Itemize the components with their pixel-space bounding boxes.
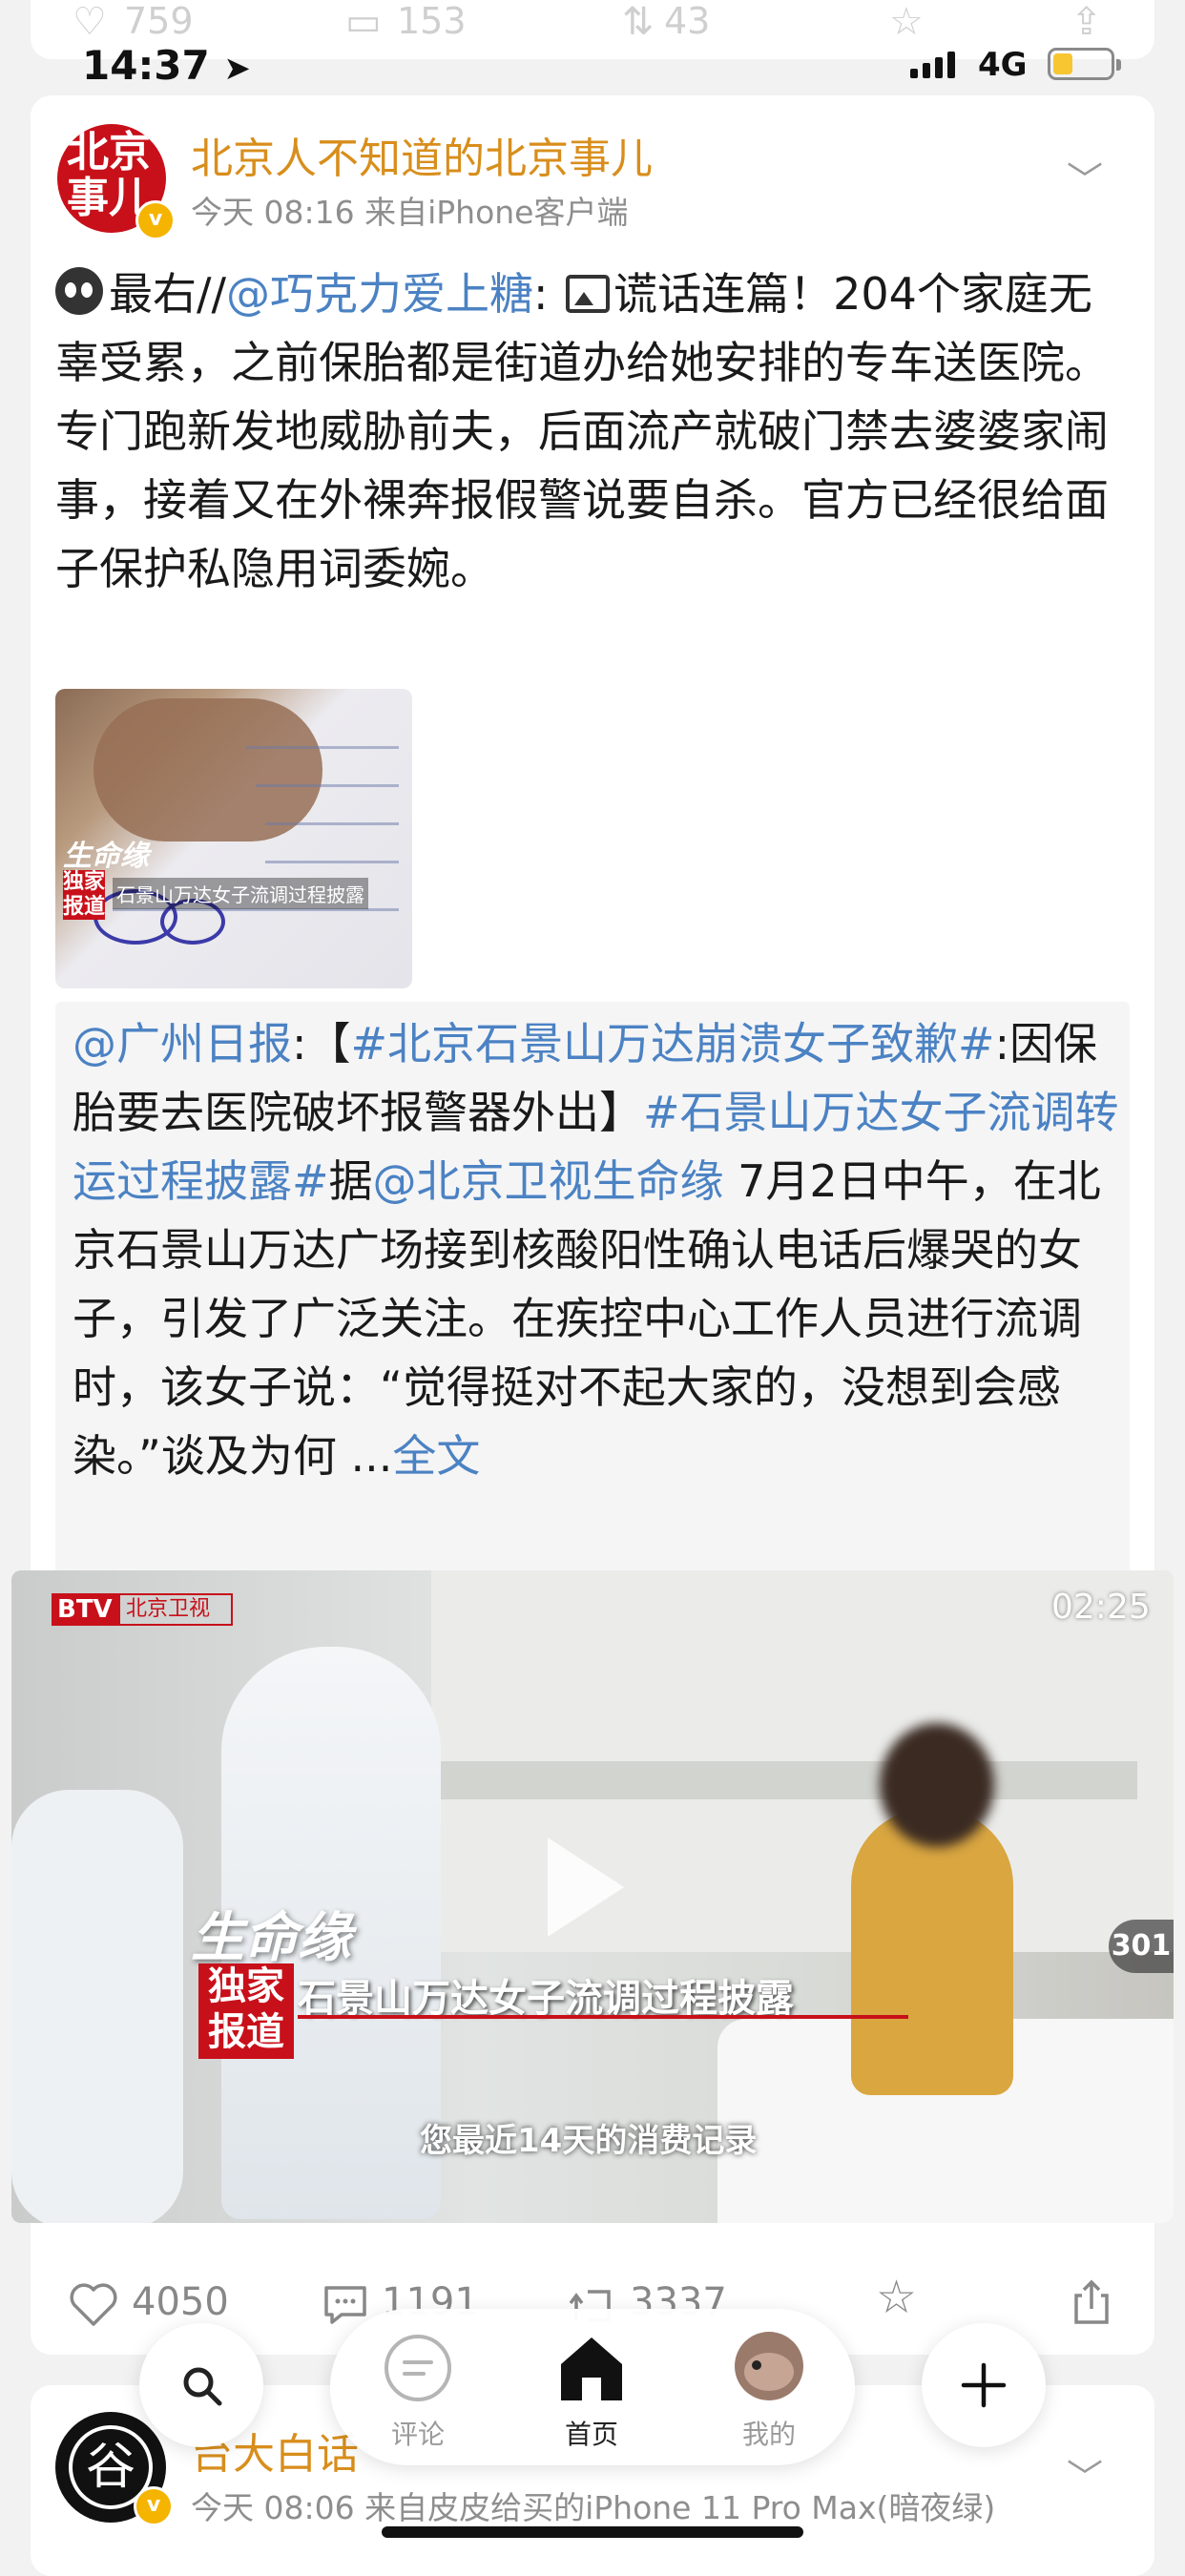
thumb-caption: 石景山万达女子流调过程披露 (113, 878, 368, 909)
mention-link[interactable]: @北京卫视生命缘 (373, 1155, 724, 1207)
post-text: 最右//@巧克力爱上糖: 谎话连篇！204个家庭无辜受累，之前保胎都是街道办给她… (55, 267, 1109, 594)
home-icon (561, 2337, 622, 2400)
next-post-meta: 今天 08:06 来自皮皮给买的iPhone 11 Pro Max(暗夜绿) (191, 2489, 996, 2526)
comment-bubble-icon (385, 2335, 451, 2401)
verified-badge-icon: v (134, 2486, 174, 2526)
post-meta: 今天 08:16 来自iPhone客户端 (191, 194, 629, 231)
signal-icon (910, 50, 967, 78)
mention-link[interactable]: @巧克力爱上糖 (226, 268, 533, 320)
source-mention[interactable]: @广州日报 (73, 1018, 292, 1070)
program-logo: 生命缘 (191, 1907, 351, 1969)
location-arrow-icon: ➤ (223, 50, 251, 88)
thumb-exclusive-label: 独家报道 (63, 870, 106, 920)
favorite-icon[interactable]: ☆ (889, 0, 924, 44)
repost-icon[interactable]: ⇅ (622, 0, 655, 44)
tab-comment[interactable]: 评论 (361, 2328, 475, 2452)
full-text-link[interactable]: 全文 (392, 1430, 480, 1482)
chevron-down-icon[interactable]: ﹀ (1067, 2448, 1103, 2501)
emoji-icon (55, 267, 103, 315)
thumb-logo: 生命缘 (63, 840, 149, 873)
comment-icon[interactable] (321, 2282, 370, 2328)
reposted-text: @广州日报:【#北京石景山万达崩溃女子致歉#:因保胎要去医院破坏报警器外出】#石… (73, 1018, 1119, 1482)
video-duration: 02:25 (1051, 1588, 1151, 1627)
compose-button[interactable] (922, 2323, 1046, 2447)
author-name[interactable]: 北京人不知道的北京事儿 (191, 124, 653, 185)
channel-name: 北京卫视 (118, 1593, 233, 1626)
home-indicator (382, 2526, 803, 2538)
verified-badge-icon: v (135, 200, 176, 240)
like-icon[interactable]: ♡ (73, 0, 107, 44)
video-subtitle: 您最近14天的消费记录 (420, 2122, 758, 2160)
comment-count: 153 (397, 0, 467, 42)
comment-icon[interactable]: ▭ (345, 0, 382, 44)
network-type: 4G (978, 46, 1028, 84)
status-time: 14:37 ➤ (82, 42, 251, 89)
view-count-badge[interactable]: 301 (1109, 1920, 1174, 1973)
battery-icon (1048, 48, 1121, 80)
chevron-down-icon[interactable]: ﹀ (1067, 151, 1103, 203)
like-count: 759 (124, 0, 194, 42)
plus-icon (961, 2362, 1007, 2408)
like-icon[interactable] (69, 2282, 118, 2328)
exclusive-label: 独家报道 (198, 1963, 294, 2059)
tab-home[interactable]: 首页 (534, 2328, 649, 2452)
favorite-icon[interactable]: ☆ (876, 2271, 917, 2324)
search-icon (183, 2367, 222, 2406)
channel-logo: BTV (52, 1593, 118, 1626)
post-image-thumbnail[interactable]: 生命缘 独家报道 石景山万达女子流调过程披露 (55, 689, 412, 988)
search-button[interactable] (139, 2323, 263, 2447)
share-icon[interactable] (1069, 2278, 1114, 2328)
hashtag-link[interactable]: #北京石景山万达崩溃女子致歉# (351, 1018, 995, 1070)
tab-me[interactable]: 我的 (712, 2328, 826, 2452)
repost-count: 43 (664, 0, 711, 42)
picture-icon (566, 275, 611, 313)
share-icon[interactable]: ⇪ (1071, 0, 1103, 44)
video-player[interactable]: BTV 北京卫视 02:25 生命缘 独家报道 石景山万达女子流调过程披露 您最… (11, 1570, 1174, 2223)
profile-avatar (735, 2332, 803, 2400)
like-count: 4050 (132, 2280, 229, 2324)
play-icon[interactable] (548, 1838, 624, 1937)
